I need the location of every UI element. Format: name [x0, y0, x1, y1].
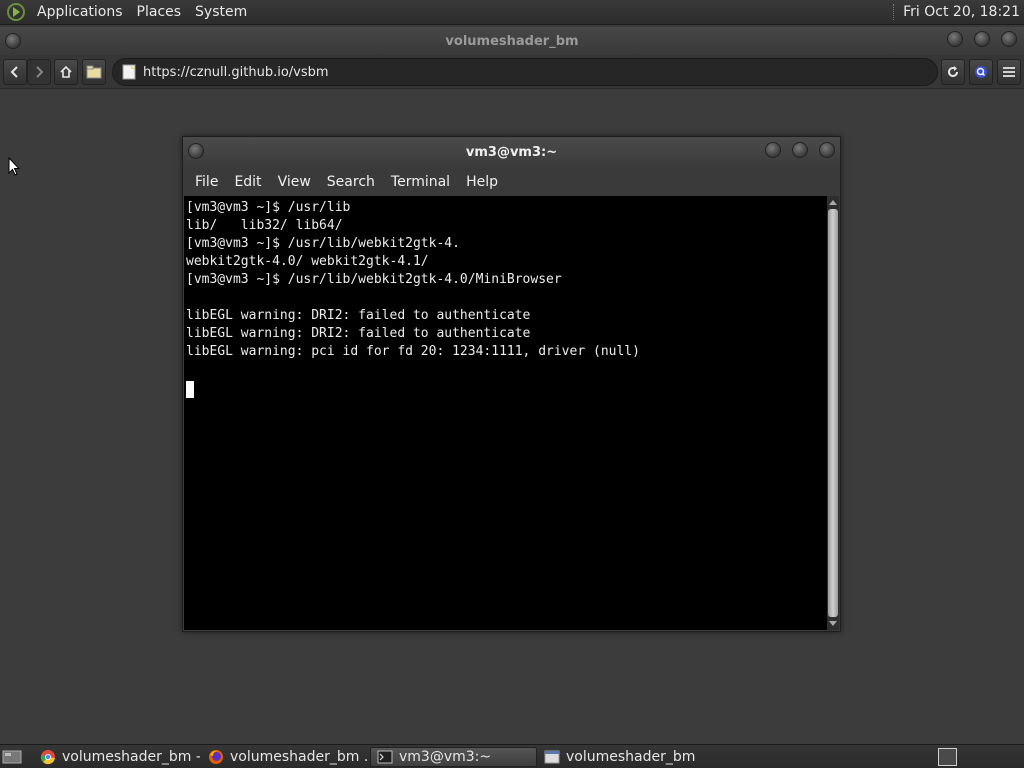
url-input[interactable]	[143, 64, 903, 80]
terminal-scrollbar[interactable]	[827, 196, 839, 630]
scrollbar-thumb[interactable]	[828, 209, 838, 617]
panel-separator	[893, 4, 895, 20]
task-label: volumeshader_bm -...	[62, 749, 200, 765]
maximize-button[interactable]	[974, 31, 990, 47]
forward-button[interactable]	[27, 59, 51, 85]
reload-button[interactable]	[941, 59, 965, 85]
top-panel: Applications Places System Fri Oct 20, 1…	[0, 0, 1024, 25]
system-menu[interactable]: System	[188, 4, 254, 20]
menu-edit[interactable]: Edit	[226, 174, 269, 190]
browser-titlebar[interactable]: volumeshader_bm	[0, 27, 1024, 55]
chrome-icon	[40, 750, 55, 765]
menu-button[interactable]	[997, 59, 1021, 85]
terminal-maximize-button[interactable]	[792, 142, 808, 158]
task-label: volumeshader_bm	[566, 749, 696, 765]
terminal-line: libEGL warning: DRI2: failed to authenti…	[186, 326, 531, 341]
home-button[interactable]	[54, 59, 78, 85]
search-icon	[975, 66, 987, 78]
home-icon	[60, 65, 72, 78]
task-chrome[interactable]: volumeshader_bm -...	[34, 747, 200, 767]
terminal-title: vm3@vm3:~	[465, 144, 558, 160]
url-bar[interactable]	[112, 58, 938, 86]
page-icon	[122, 64, 136, 80]
menu-view[interactable]: View	[270, 174, 319, 190]
places-menu[interactable]: Places	[130, 4, 189, 20]
terminal-line: lib/ lib32/ lib64/	[186, 218, 343, 233]
scroll-down-arrow-icon[interactable]	[829, 621, 837, 626]
terminal-minimize-button[interactable]	[765, 142, 781, 158]
terminal-cursor	[186, 381, 194, 398]
menu-search[interactable]: Search	[319, 174, 383, 190]
search-button[interactable]	[969, 59, 993, 85]
hamburger-menu-icon	[1003, 67, 1015, 77]
terminal-titlebar[interactable]: vm3@vm3:~	[183, 137, 840, 167]
menu-file[interactable]: File	[187, 174, 226, 190]
distro-logo-icon[interactable]	[6, 2, 26, 22]
terminal-icon	[377, 750, 393, 764]
task-window[interactable]: volumeshader_bm	[538, 747, 704, 767]
terminal-output[interactable]: [vm3@vm3 ~]$ /usr/lib lib/ lib32/ lib64/…	[184, 196, 827, 630]
window-menu-button[interactable]	[5, 33, 21, 49]
back-button[interactable]	[3, 59, 27, 85]
task-label: volumeshader_bm ...	[230, 749, 368, 765]
bookmark-folder-icon	[86, 65, 102, 79]
show-desktop-icon[interactable]	[2, 749, 22, 765]
menu-help[interactable]: Help	[458, 174, 506, 190]
back-arrow-icon	[10, 66, 18, 78]
terminal-line: webkit2gtk-4.0/ webkit2gtk-4.1/	[186, 254, 429, 269]
browser-window-title: volumeshader_bm	[445, 33, 579, 49]
workspace-switcher[interactable]	[938, 748, 957, 766]
applications-menu[interactable]: Applications	[30, 4, 130, 20]
clock[interactable]: Fri Oct 20, 18:21	[903, 4, 1020, 20]
window-icon	[544, 750, 560, 764]
terminal-line: libEGL warning: pci id for fd 20: 1234:1…	[186, 344, 640, 359]
terminal-menubar: File Edit View Search Terminal Help	[183, 167, 840, 196]
browser-toolbar	[0, 55, 1024, 89]
terminal-line: [vm3@vm3 ~]$ /usr/lib/webkit2gtk-4.	[186, 236, 460, 251]
scroll-up-arrow-icon[interactable]	[829, 200, 837, 205]
reload-icon	[948, 66, 958, 77]
bookmarks-button[interactable]	[82, 59, 106, 85]
terminal-close-button[interactable]	[819, 142, 835, 158]
terminal-window[interactable]: vm3@vm3:~ File Edit View Search Terminal…	[182, 136, 841, 632]
forward-arrow-icon	[36, 66, 44, 78]
terminal-line: [vm3@vm3 ~]$ /usr/lib	[186, 200, 351, 215]
terminal-line: [vm3@vm3 ~]$ /usr/lib/webkit2gtk-4.0/Min…	[186, 272, 562, 287]
firefox-icon	[209, 750, 223, 764]
task-label: vm3@vm3:~	[399, 749, 492, 765]
mouse-pointer-icon	[8, 157, 20, 176]
close-button[interactable]	[1001, 31, 1017, 47]
task-firefox[interactable]: volumeshader_bm ...	[202, 747, 368, 767]
minimize-button[interactable]	[947, 31, 963, 47]
menu-terminal[interactable]: Terminal	[383, 174, 458, 190]
taskbar: volumeshader_bm -... volumeshader_bm ...…	[0, 744, 1024, 768]
task-terminal[interactable]: vm3@vm3:~	[370, 747, 537, 767]
terminal-window-menu-button[interactable]	[188, 143, 204, 159]
terminal-line: libEGL warning: DRI2: failed to authenti…	[186, 308, 531, 323]
